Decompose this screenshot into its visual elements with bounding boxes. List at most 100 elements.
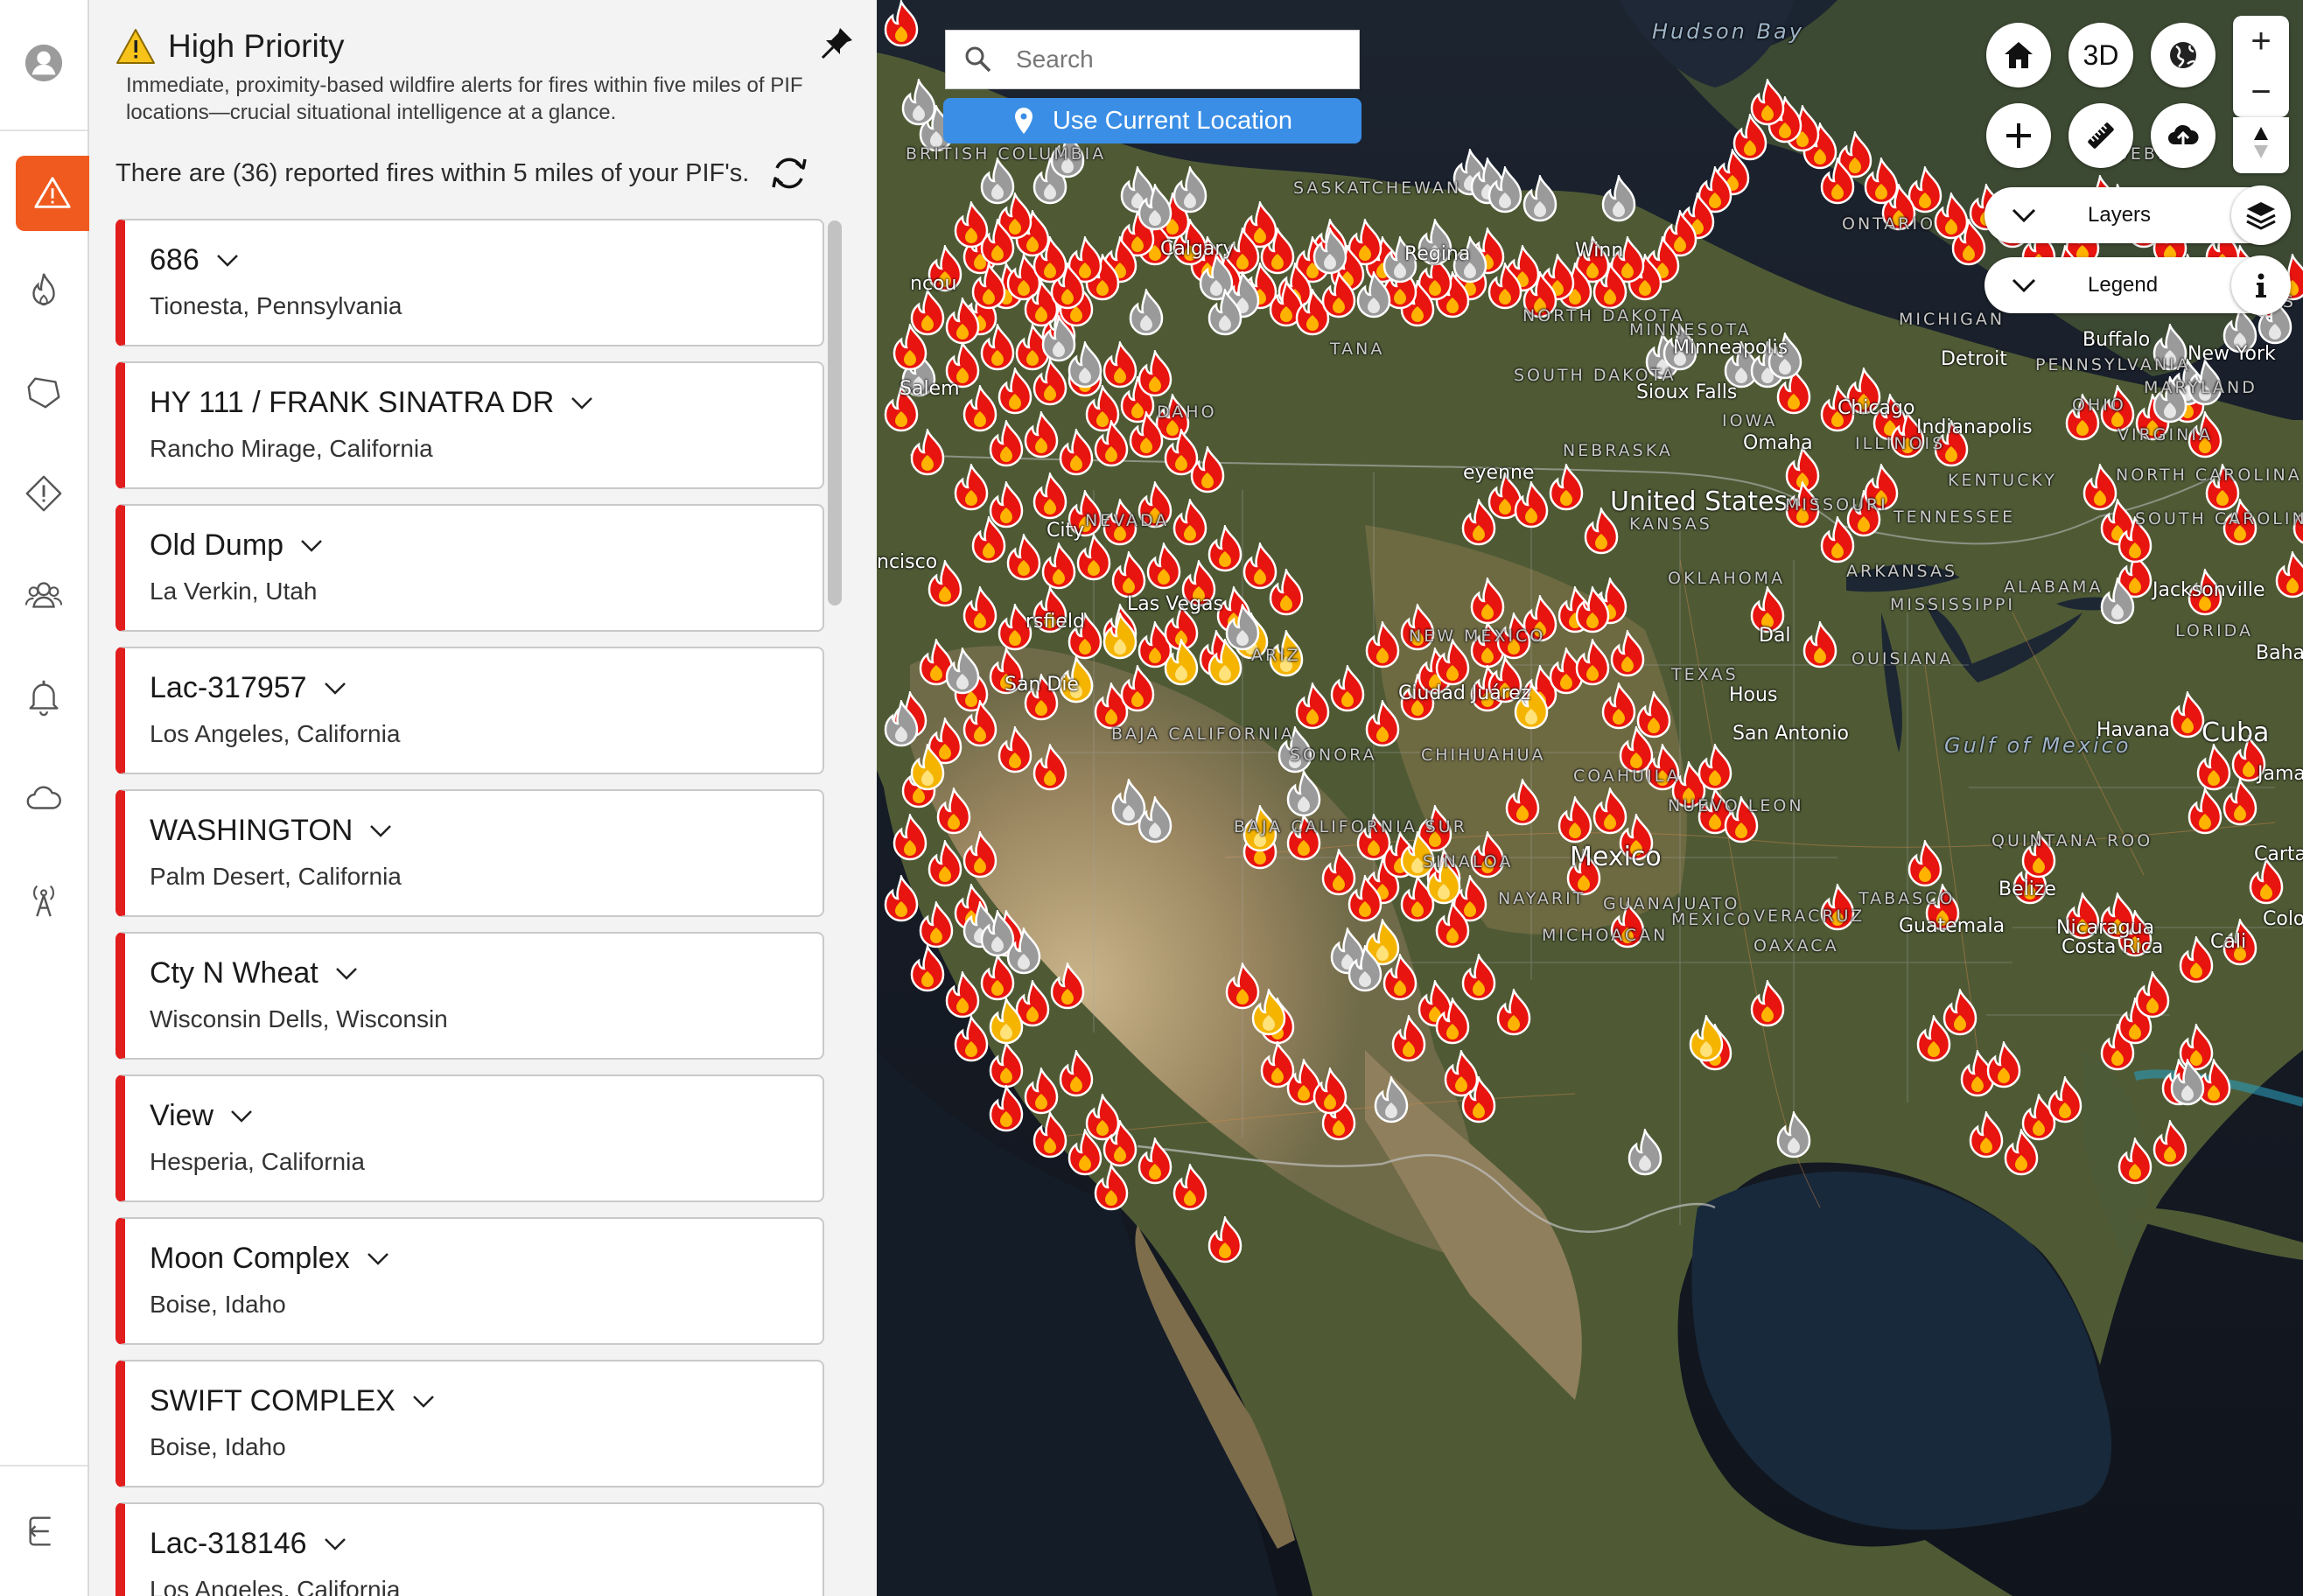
incident-card[interactable]: Lac-317957 Los Angeles, California — [116, 647, 824, 774]
out-fire-marker-icon[interactable] — [1136, 181, 1174, 237]
active-fire-marker-icon[interactable] — [987, 417, 1026, 473]
active-fire-marker-icon[interactable] — [1074, 531, 1113, 587]
out-fire-marker-icon[interactable] — [2098, 575, 2137, 631]
active-fire-marker-icon[interactable] — [1801, 619, 1839, 675]
home-button[interactable] — [1986, 23, 2051, 88]
active-fire-marker-icon[interactable] — [1144, 540, 1183, 596]
active-fire-marker-icon[interactable] — [1092, 417, 1130, 473]
out-fire-marker-icon[interactable] — [1127, 286, 1166, 342]
out-fire-marker-icon[interactable] — [882, 697, 920, 753]
chevron-down-icon[interactable] — [570, 396, 594, 411]
active-fire-marker-icon[interactable] — [1591, 785, 1629, 841]
contained-fire-marker-icon[interactable] — [987, 995, 1026, 1051]
active-fire-marker-icon[interactable] — [1171, 1161, 1209, 1217]
active-fire-marker-icon[interactable] — [1188, 444, 1227, 500]
active-fire-marker-icon[interactable] — [2116, 1135, 2154, 1191]
active-fire-marker-icon[interactable] — [1984, 1039, 2023, 1095]
active-fire-marker-icon[interactable] — [1460, 951, 1498, 1007]
active-fire-marker-icon[interactable] — [908, 426, 947, 482]
active-fire-marker-icon[interactable] — [1206, 1214, 1244, 1270]
active-fire-marker-icon[interactable] — [1634, 689, 1673, 745]
out-fire-marker-icon[interactable] — [1774, 1109, 1813, 1165]
active-fire-marker-icon[interactable] — [996, 724, 1034, 780]
contained-fire-marker-icon[interactable] — [1687, 1012, 1726, 1068]
incident-card[interactable]: 686 Tionesta, Pennsylvania — [116, 219, 824, 346]
nav-alerts[interactable] — [0, 450, 88, 537]
nav-towers[interactable] — [0, 856, 88, 943]
out-fire-marker-icon[interactable] — [978, 155, 1017, 211]
active-fire-marker-icon[interactable] — [987, 1082, 1026, 1138]
active-fire-marker-icon[interactable] — [1136, 1135, 1174, 1191]
chevron-down-icon[interactable] — [368, 823, 393, 839]
active-fire-marker-icon[interactable] — [961, 584, 999, 640]
active-fire-marker-icon[interactable] — [943, 295, 982, 351]
active-fire-marker-icon[interactable] — [891, 811, 929, 867]
active-fire-marker-icon[interactable] — [1696, 741, 1734, 797]
active-fire-marker-icon[interactable] — [1031, 470, 1069, 526]
out-fire-marker-icon[interactable] — [1004, 925, 1043, 981]
active-fire-marker-icon[interactable] — [2046, 1074, 2084, 1130]
active-fire-marker-icon[interactable] — [1118, 662, 1157, 718]
chevron-down-icon[interactable] — [299, 538, 324, 554]
active-fire-marker-icon[interactable] — [1328, 662, 1367, 718]
out-fire-marker-icon[interactable] — [1206, 286, 1244, 342]
incident-card[interactable]: HY 111 / FRANK SINATRA DR Rancho Mirage, … — [116, 361, 824, 489]
refresh-icon[interactable] — [766, 150, 812, 196]
active-fire-marker-icon[interactable] — [1494, 986, 1533, 1042]
active-fire-marker-icon[interactable] — [1941, 986, 1979, 1042]
active-fire-marker-icon[interactable] — [882, 0, 920, 53]
out-fire-marker-icon[interactable] — [900, 76, 938, 132]
active-fire-marker-icon[interactable] — [1460, 1074, 1498, 1130]
out-fire-marker-icon[interactable] — [1372, 1074, 1410, 1130]
active-fire-marker-icon[interactable] — [1468, 575, 1507, 631]
incident-card[interactable]: Moon Complex Boise, Idaho — [116, 1217, 824, 1345]
user-avatar-button[interactable] — [0, 19, 88, 107]
nav-community[interactable] — [0, 551, 88, 639]
incident-card[interactable]: Lac-318146 Los Angeles, California — [116, 1502, 824, 1596]
layers-button[interactable] — [2231, 186, 2291, 245]
nav-fires[interactable] — [0, 247, 88, 334]
active-fire-marker-icon[interactable] — [1022, 409, 1060, 465]
nav-weather[interactable] — [0, 754, 88, 842]
active-fire-marker-icon[interactable] — [1363, 619, 1402, 675]
active-fire-marker-icon[interactable] — [882, 872, 920, 928]
out-fire-marker-icon[interactable] — [943, 645, 982, 701]
incident-card[interactable]: SWIFT COMPLEX Boise, Idaho — [116, 1360, 824, 1488]
active-fire-marker-icon[interactable] — [1311, 1065, 1349, 1121]
list-scrollbar[interactable] — [828, 220, 842, 606]
out-fire-marker-icon[interactable] — [1521, 172, 1559, 228]
active-fire-marker-icon[interactable] — [961, 829, 999, 885]
chevron-down-icon[interactable] — [323, 1536, 347, 1552]
out-fire-marker-icon[interactable] — [1626, 1126, 1664, 1182]
active-fire-marker-icon[interactable] — [952, 461, 990, 517]
out-fire-marker-icon[interactable] — [1171, 164, 1209, 220]
use-current-location-button[interactable]: Use Current Location — [943, 98, 1362, 144]
active-fire-marker-icon[interactable] — [2151, 1117, 2189, 1173]
active-fire-marker-icon[interactable] — [1092, 1161, 1130, 1217]
out-fire-marker-icon[interactable] — [2168, 1056, 2207, 1112]
chevron-down-icon[interactable] — [229, 1109, 254, 1124]
chevron-down-icon[interactable] — [334, 966, 359, 982]
info-button[interactable] — [2231, 256, 2291, 315]
zoom-out-button[interactable]: − — [2233, 66, 2289, 117]
out-fire-marker-icon[interactable] — [1066, 339, 1104, 395]
zoom-in-button[interactable]: + — [2233, 16, 2289, 66]
active-fire-marker-icon[interactable] — [2194, 741, 2233, 797]
cloud-upload-button[interactable] — [2151, 103, 2216, 168]
active-fire-marker-icon[interactable] — [1547, 461, 1586, 517]
active-fire-marker-icon[interactable] — [1390, 1012, 1428, 1068]
toggle-3d-button[interactable]: 3D — [2068, 23, 2133, 88]
active-fire-marker-icon[interactable] — [908, 942, 947, 998]
out-fire-marker-icon[interactable] — [1311, 225, 1349, 281]
incident-card[interactable]: Cty N Wheat Wisconsin Dells, Wisconsin — [116, 932, 824, 1060]
out-fire-marker-icon[interactable] — [1600, 172, 1638, 228]
incident-card[interactable]: View Hesperia, California — [116, 1074, 824, 1202]
add-button[interactable] — [1986, 103, 2051, 168]
out-fire-marker-icon[interactable] — [1136, 794, 1174, 850]
active-fire-marker-icon[interactable] — [970, 514, 1008, 570]
nav-notifications[interactable] — [0, 653, 88, 740]
out-fire-marker-icon[interactable] — [1486, 164, 1524, 220]
active-fire-marker-icon[interactable] — [1600, 680, 1638, 736]
globe-button[interactable] — [2151, 23, 2216, 88]
chevron-down-icon[interactable] — [366, 1251, 390, 1267]
